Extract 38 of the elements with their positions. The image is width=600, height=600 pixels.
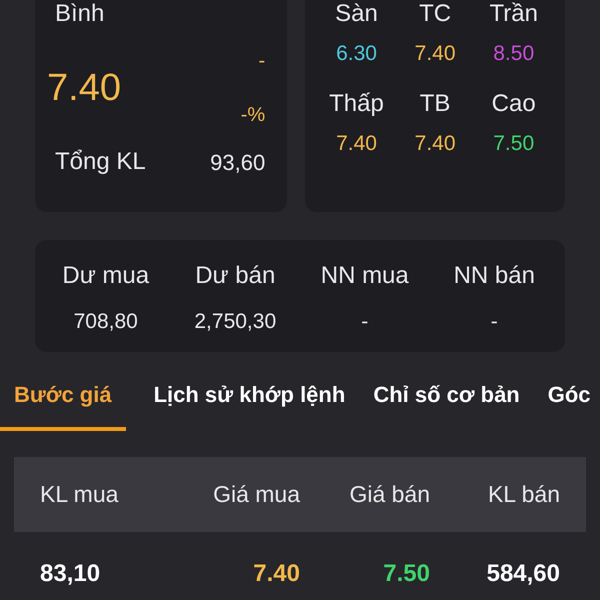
stat-label: NN mua	[320, 261, 409, 291]
table-cell-text: 584,60	[486, 559, 560, 589]
column-header: Giá bán	[348, 480, 430, 510]
level-label: Sàn	[335, 0, 378, 29]
stat-label: Dư mua	[62, 261, 150, 291]
price-change: -	[258, 49, 266, 74]
tab[interactable]: Góc	[548, 378, 591, 431]
table-cell-text: 7.50	[382, 559, 430, 589]
level-value: 7.40	[336, 130, 377, 156]
stat-label: Dư bán	[195, 261, 276, 291]
volume-value: 93,60	[210, 148, 266, 176]
column-header: KL mua	[40, 480, 120, 510]
column-header: Giá mua	[212, 480, 300, 510]
tab[interactable]: Bước giá	[0, 378, 126, 431]
table-cell-text: 83,10	[40, 559, 102, 589]
level-value: 7.50	[493, 130, 534, 156]
column-header: KL bán	[486, 480, 560, 510]
stat-label: NN bán	[454, 261, 535, 291]
level-value: 8.50	[493, 41, 534, 67]
price-value: 7.40	[47, 66, 121, 110]
change-percent: -%	[240, 103, 266, 128]
level-value: 7.40	[414, 130, 456, 156]
stat-value: 708,80	[74, 309, 138, 335]
volume-label: Tổng KL	[55, 147, 146, 177]
level-label: Cao	[492, 88, 536, 118]
stat-value: 2,750,30	[194, 309, 276, 335]
level-value: 7.40	[414, 41, 456, 67]
level-label: TC	[419, 0, 452, 29]
tab[interactable]: Chỉ số cơ bản	[373, 378, 520, 431]
level-label: Thấp	[329, 88, 384, 118]
table-cell-text: 7.40	[252, 559, 300, 589]
status-label: Bình	[55, 0, 104, 29]
level-label: Trần	[489, 0, 538, 29]
level-label: TB	[420, 88, 450, 118]
stat-value: -	[490, 309, 498, 335]
stat-value: -	[361, 309, 368, 335]
level-value: 6.30	[336, 41, 377, 67]
tab[interactable]: Lịch sử khớp lệnh	[154, 378, 346, 431]
